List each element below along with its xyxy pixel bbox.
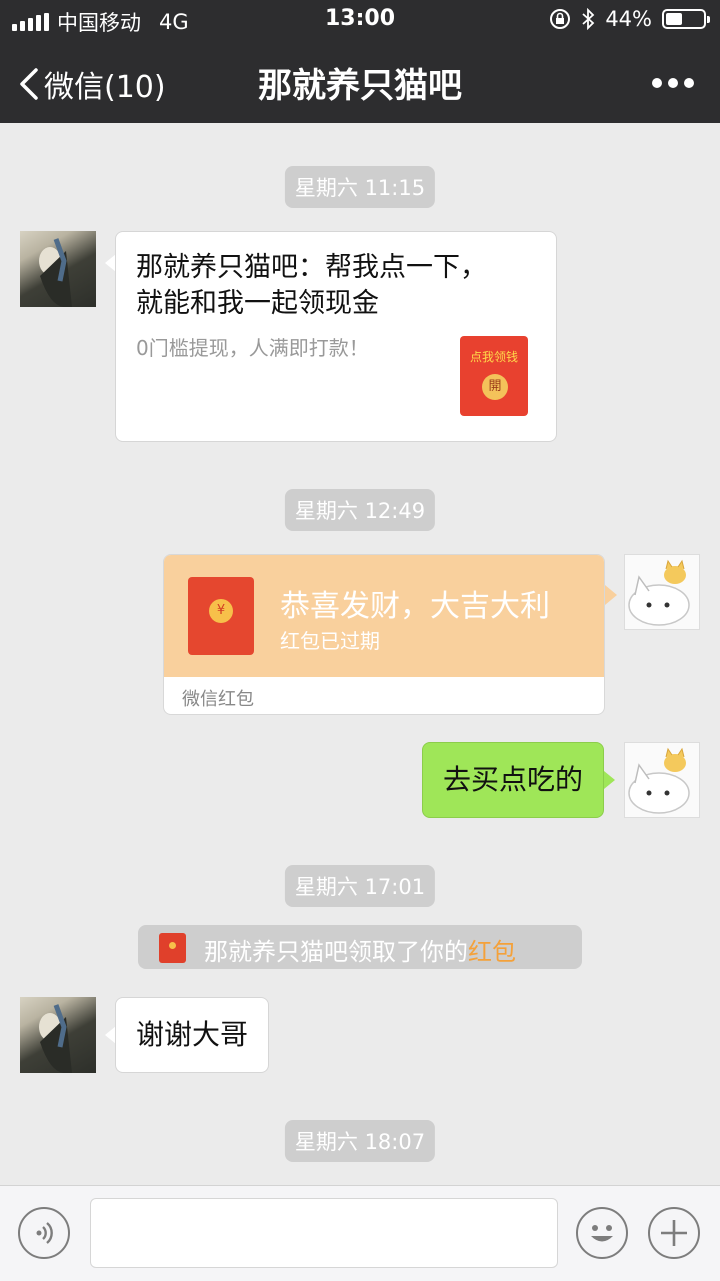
contact-avatar[interactable]: [20, 997, 96, 1073]
plus-icon: [661, 1220, 687, 1246]
timestamp: 星期六 12:49: [284, 489, 436, 531]
plus-button[interactable]: [648, 1207, 700, 1259]
sent-message[interactable]: 去买点吃的: [421, 742, 604, 818]
emoji-button[interactable]: [576, 1207, 628, 1259]
red-packet-link[interactable]: 红包: [468, 938, 516, 966]
red-envelope-thumbnail: 点我领钱 開: [460, 336, 528, 416]
system-notice-text: 那就养只猫吧领取了你的红包: [204, 932, 516, 967]
system-notice: 那就养只猫吧领取了你的红包: [138, 925, 582, 969]
thumbnail-label: 点我领钱: [469, 350, 518, 364]
top-bar: 中国移动 4G 13:00 44% 微信(10) 那就养只猫吧: [0, 0, 720, 123]
orientation-lock-icon: [550, 9, 571, 29]
link-card-description: 0门槛提现，人满即打款！: [136, 336, 369, 360]
timestamp: 星期六 11:15: [284, 166, 436, 208]
voice-icon: [36, 1222, 53, 1244]
red-packet-status: 红包已过期: [280, 629, 380, 653]
bubble-tail: [604, 771, 615, 789]
smiley-icon: [591, 1225, 613, 1242]
open-badge: 開: [482, 374, 508, 400]
input-bar: [0, 1185, 720, 1281]
bubble-tail: [605, 585, 617, 605]
received-message[interactable]: 谢谢大哥: [115, 997, 270, 1073]
red-packet-footer: 微信红包: [182, 689, 254, 710]
status-bar: 中国移动 4G 13:00 44%: [0, 0, 720, 40]
link-card-title: 那就养只猫吧：帮我点一下，就能和我一起领现金: [136, 252, 487, 319]
red-packet-icon: ¥: [188, 577, 254, 655]
contact-avatar[interactable]: [20, 231, 96, 307]
bluetooth-icon: [582, 8, 595, 30]
chat-area[interactable]: 星期六 11:15 那就养只猫吧：帮我点一下，就能和我一起领现金 0门槛提现，人…: [0, 123, 720, 1185]
more-dots-icon[interactable]: [652, 78, 694, 88]
coin-icon: ¥: [209, 599, 233, 623]
battery-percent: 44%: [605, 7, 652, 31]
link-card-message[interactable]: 那就养只猫吧：帮我点一下，就能和我一起领现金 0门槛提现，人满即打款！ 点我领钱…: [115, 231, 557, 442]
red-packet-message[interactable]: ¥ 恭喜发财，大吉大利 红包已过期 微信红包: [163, 554, 605, 715]
timestamp: 星期六 17:01: [284, 865, 436, 907]
voice-button[interactable]: [18, 1207, 70, 1259]
chat-title: 那就养只猫吧: [258, 66, 462, 106]
battery-icon: [662, 9, 710, 29]
red-packet-body: ¥ 恭喜发财，大吉大利 红包已过期: [164, 555, 604, 677]
message-input[interactable]: [90, 1198, 558, 1268]
red-packet-title: 恭喜发财，大吉大利: [280, 589, 550, 624]
my-avatar[interactable]: [624, 554, 700, 630]
timestamp: 星期六 18:07: [284, 1120, 436, 1162]
red-packet-small-icon: [159, 933, 186, 963]
my-avatar[interactable]: [624, 742, 700, 818]
status-right: 44%: [549, 7, 710, 31]
chat-header: 微信(10) 那就养只猫吧: [0, 40, 720, 123]
system-notice-body: 那就养只猫吧领取了你的: [204, 938, 468, 966]
battery-fill: [666, 13, 682, 25]
